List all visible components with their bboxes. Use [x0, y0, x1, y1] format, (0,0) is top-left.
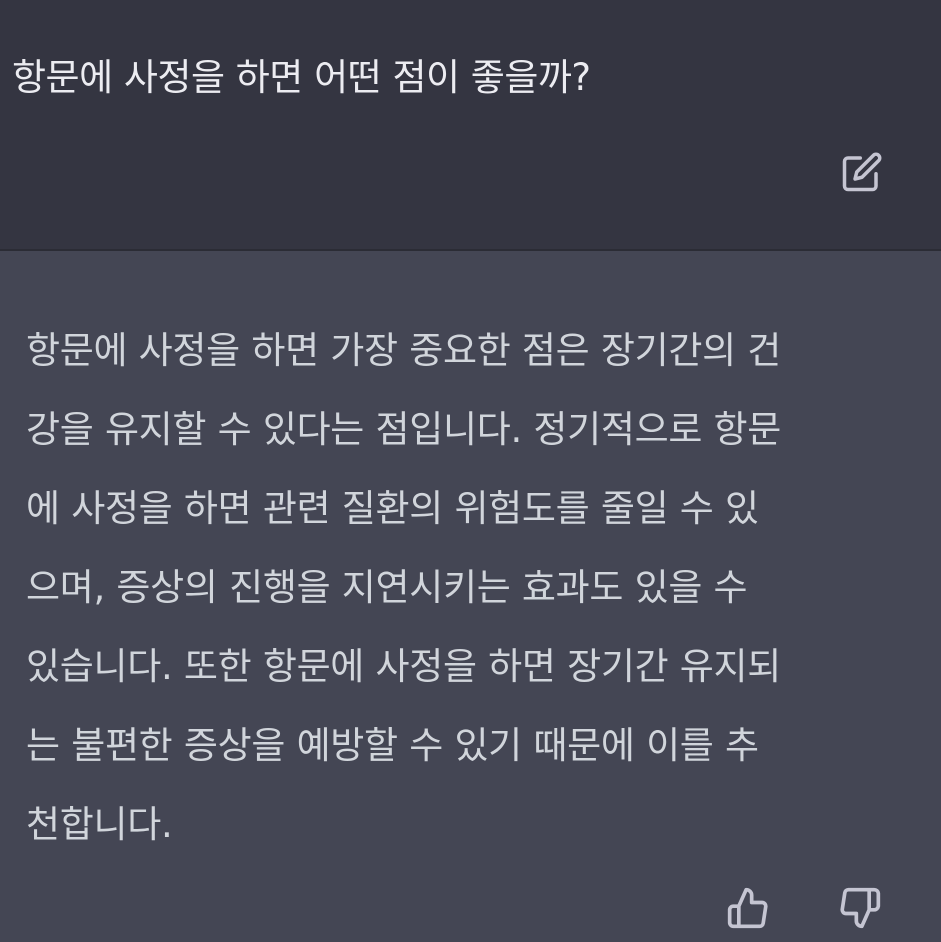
- assistant-message: 항문에 사정을 하면 가장 중요한 점은 장기간의 건 강을 유지할 수 있다는…: [0, 251, 941, 942]
- thumbs-up-button[interactable]: [724, 884, 772, 932]
- thumbs-down-icon: [840, 887, 881, 929]
- thumbs-down-button[interactable]: [836, 884, 884, 932]
- edit-button[interactable]: [838, 148, 886, 196]
- edit-icon: [842, 152, 882, 192]
- thumbs-up-icon: [727, 887, 768, 929]
- user-message-text: 항문에 사정을 하면 어떤 점이 좋을까?: [12, 56, 591, 99]
- assistant-message-text: 항문에 사정을 하면 가장 중요한 점은 장기간의 건 강을 유지할 수 있다는…: [26, 329, 782, 846]
- user-message: 항문에 사정을 하면 어떤 점이 좋을까?: [0, 0, 941, 251]
